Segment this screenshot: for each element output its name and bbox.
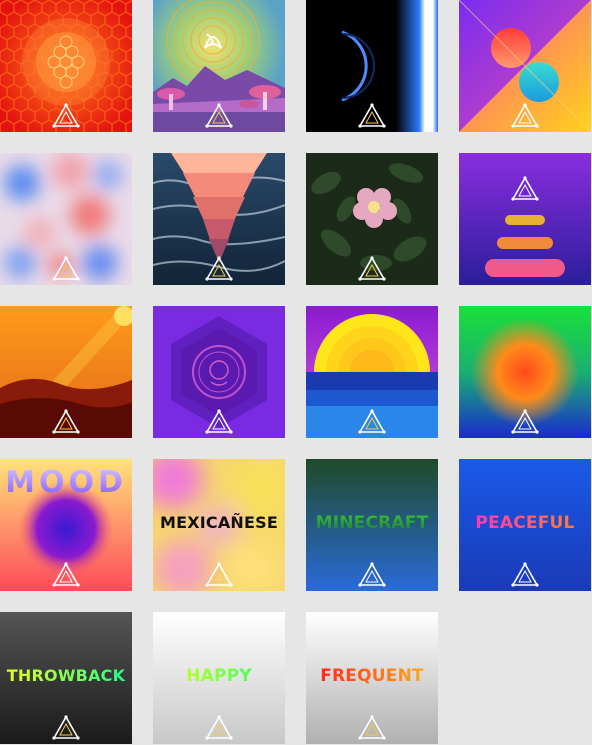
tile-mexicanese[interactable]: MEXICAÑESE: [153, 459, 285, 591]
triangle-logo-icon: [358, 256, 386, 281]
tile-throwback[interactable]: THROWBACK: [0, 612, 132, 744]
triangle-logo-icon: [52, 715, 80, 740]
triangle-logo-icon: [358, 562, 386, 587]
tile-psychedelic-mushrooms[interactable]: [153, 0, 285, 132]
tile-wild-rose[interactable]: [306, 153, 438, 285]
triangle-logo-icon: [205, 715, 233, 740]
tile-peaceful[interactable]: PEACEFUL: [459, 459, 591, 591]
stacked-bars-art: [459, 153, 591, 285]
triangle-logo-icon: [511, 562, 539, 587]
happy-title: HAPPY: [153, 666, 285, 686]
triangle-logo-icon: [205, 103, 233, 128]
tile-minecraft[interactable]: MINECRAFT: [306, 459, 438, 591]
triangle-logo-icon: [358, 715, 386, 740]
tile-mood[interactable]: MOOD: [0, 459, 132, 591]
triangle-logo-icon: [511, 409, 539, 434]
mexicanese-title: MEXICAÑESE: [159, 513, 279, 532]
triangle-logo-icon: [205, 256, 233, 281]
triangle-logo-icon: [52, 256, 80, 281]
triangle-logo-icon: [358, 103, 386, 128]
triangle-logo-icon: [205, 409, 233, 434]
tile-orange-dunes[interactable]: [0, 306, 132, 438]
cover-art-grid: MOOD MEXICAÑESE MINECRAFT PEACEFUL THROW…: [0, 0, 592, 745]
triangle-logo-icon: [358, 409, 386, 434]
tile-green-orb[interactable]: [459, 306, 591, 438]
tile-red-honeycomb[interactable]: [0, 0, 132, 132]
minecraft-title: MINECRAFT: [306, 513, 438, 533]
triangle-logo-icon: [511, 103, 539, 128]
triangle-logo-icon: [52, 409, 80, 434]
tile-happy[interactable]: HAPPY: [153, 612, 285, 744]
peaceful-title: PEACEFUL: [459, 513, 591, 533]
triangle-logo-icon: [511, 176, 539, 201]
tile-frequent[interactable]: FREQUENT: [306, 612, 438, 744]
tile-pastel-blobs[interactable]: [0, 153, 132, 285]
tile-ocean-prism[interactable]: [153, 153, 285, 285]
tile-stacked-bars[interactable]: [459, 153, 591, 285]
triangle-logo-icon: [52, 562, 80, 587]
triangle-logo-icon: [205, 562, 233, 587]
tile-sunset-sea[interactable]: [306, 306, 438, 438]
triangle-logo-icon: [52, 103, 80, 128]
throwback-title: THROWBACK: [0, 666, 132, 685]
mood-title: MOOD: [5, 465, 127, 500]
frequent-title: FREQUENT: [306, 666, 438, 686]
tile-diagonal-sun[interactable]: [459, 0, 591, 132]
tile-purple-medallion[interactable]: [153, 306, 285, 438]
tile-black-eclipse[interactable]: [306, 0, 438, 132]
